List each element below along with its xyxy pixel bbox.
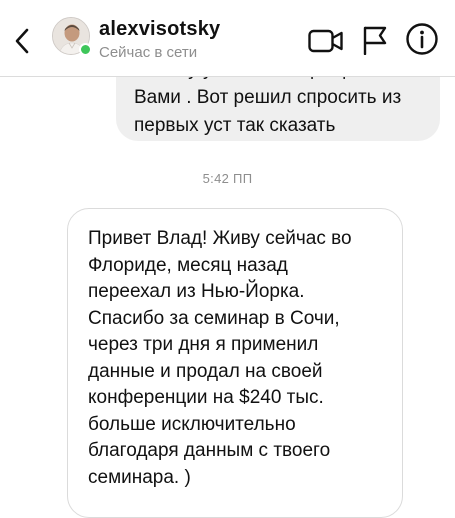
flag-icon bbox=[363, 26, 387, 56]
online-status-dot bbox=[79, 43, 92, 56]
message-timestamp: 5:42 ПП bbox=[202, 171, 253, 186]
received-message-text: Привет Влад! Живу сейчас во Флориде, мес… bbox=[88, 228, 352, 488]
report-button[interactable] bbox=[362, 25, 388, 56]
video-call-icon bbox=[308, 29, 343, 53]
received-message-bubble[interactable]: Привет Влад! Живу сейчас во Флориде, мес… bbox=[67, 208, 403, 518]
info-button[interactable] bbox=[405, 22, 439, 56]
chat-username[interactable]: alexvisotsky bbox=[99, 18, 220, 41]
back-icon bbox=[15, 28, 29, 54]
online-status-text: Сейчас в сети bbox=[99, 44, 198, 61]
info-icon bbox=[406, 23, 438, 55]
avatar[interactable] bbox=[52, 17, 92, 56]
back-button[interactable] bbox=[10, 24, 36, 58]
chat-header: alexvisotsky Сейчас в сети bbox=[0, 0, 455, 77]
video-call-button[interactable] bbox=[308, 28, 344, 54]
